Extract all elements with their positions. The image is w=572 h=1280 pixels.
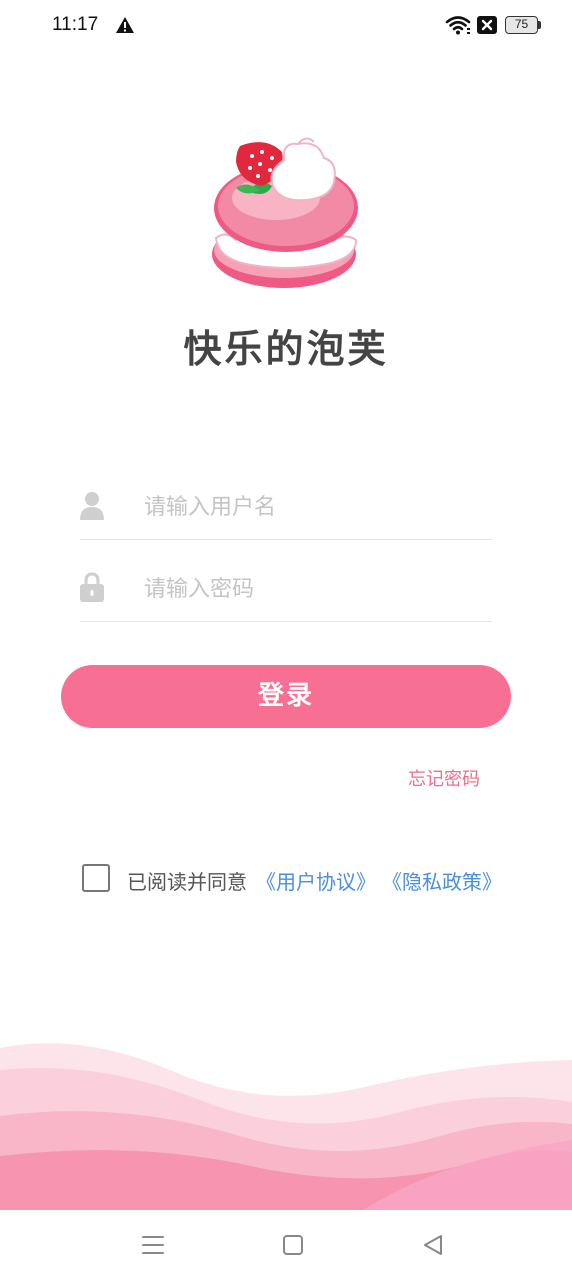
agreement-text: 已阅读并同意 [127, 870, 247, 894]
cream-puff-strawberry-logo [212, 137, 358, 288]
app-title: 快乐的泡芙 [183, 327, 389, 371]
battery-level: 75 [505, 16, 538, 34]
status-bar: 11:17 75 [0, 0, 572, 52]
password-field[interactable] [80, 542, 492, 622]
login-button[interactable]: 登录 [61, 665, 511, 728]
username-input[interactable] [144, 488, 484, 526]
close-box-icon [477, 16, 497, 34]
menu-icon[interactable] [140, 1232, 166, 1258]
status-time: 11:17 [52, 14, 99, 35]
wifi-icon [445, 16, 471, 35]
battery-icon: 75 [505, 16, 541, 34]
decorative-waves [0, 1043, 572, 1212]
username-field[interactable] [80, 460, 492, 540]
privacy-policy-link[interactable]: 《隐私政策》 [382, 866, 502, 895]
agreement-checkbox[interactable] [82, 864, 110, 892]
person-icon [80, 492, 104, 520]
warning-icon [116, 17, 134, 33]
forgot-password-link[interactable]: 忘记密码 [408, 765, 480, 791]
user-agreement-link[interactable]: 《用户协议》 [256, 866, 376, 895]
lock-icon [80, 572, 104, 602]
back-triangle-icon[interactable] [420, 1232, 446, 1258]
system-nav-bar [0, 1210, 572, 1280]
password-input[interactable] [144, 570, 484, 608]
home-square-icon[interactable] [280, 1232, 306, 1258]
